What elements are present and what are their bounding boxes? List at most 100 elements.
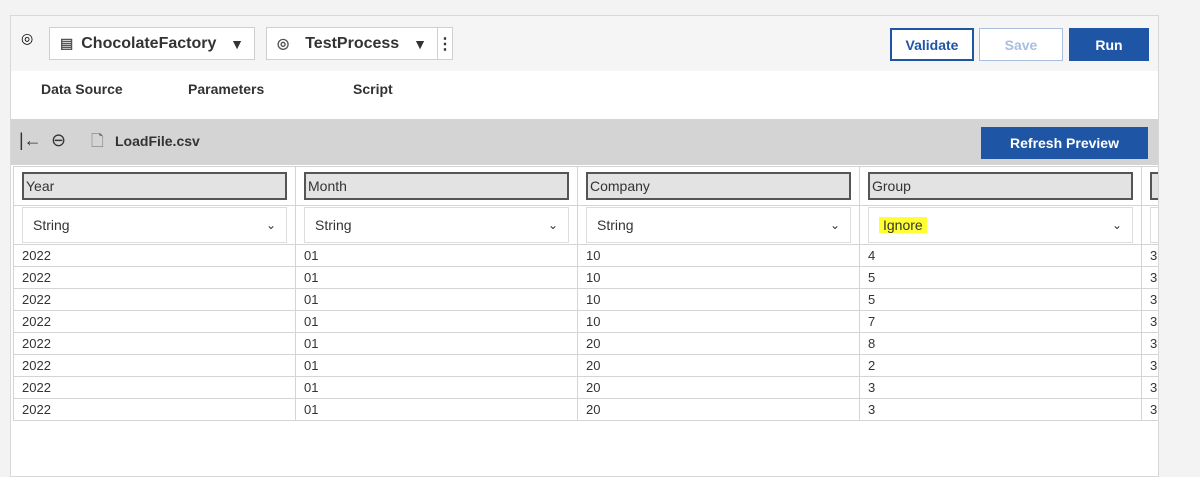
table-cell: 2022: [13, 244, 296, 267]
collapse-left-icon[interactable]: |←: [19, 130, 42, 151]
table-cell: 3: [1141, 266, 1158, 289]
column-type-select[interactable]: String ⌄: [304, 207, 569, 243]
column-type-value: String: [33, 217, 70, 233]
column-name-field[interactable]: Year: [22, 172, 287, 200]
table-cell: 01: [295, 310, 578, 333]
table-cell: 01: [295, 266, 578, 289]
tab-bar: Data Source Parameters Script: [11, 71, 1158, 119]
table-cell: 01: [295, 376, 578, 399]
table-row: 2022 01 20 3 3: [13, 376, 1158, 399]
tab-data-source[interactable]: Data Source: [41, 81, 123, 97]
validate-button[interactable]: Validate: [890, 28, 974, 61]
table-row: 2022 01 10 4 3: [13, 244, 1158, 267]
table-cell: 3: [1141, 288, 1158, 311]
table-cell: 10: [577, 288, 860, 311]
file-name: LoadFile.csv: [115, 133, 200, 149]
chevron-down-icon: ⌄: [829, 218, 840, 232]
column-header-cell: Group: [859, 166, 1142, 206]
process-name: TestProcess: [305, 34, 400, 52]
table-cell: 10: [577, 244, 860, 267]
table-row: 2022 01 10 5 3: [13, 266, 1158, 289]
more-options-icon[interactable]: ⋮: [437, 28, 453, 59]
table-cell: 20: [577, 376, 860, 399]
table-cell: 01: [295, 332, 578, 355]
chevron-down-icon: ⌄: [1111, 218, 1122, 232]
process-editor: ◎ ▤ ChocolateFactory ▼ ◎ TestProcess ▼ ⋮…: [10, 15, 1159, 477]
column-type-cell: [1141, 205, 1158, 245]
column-type-cell: String ⌄: [577, 205, 860, 245]
column-type-value: Ignore: [879, 217, 927, 233]
dropdown-arrow-icon: ▼: [413, 35, 427, 52]
table-cell: 3: [1141, 310, 1158, 333]
table-cell: 20: [577, 398, 860, 421]
column-type-cell: Ignore ⌄: [859, 205, 1142, 245]
project-name: ChocolateFactory: [81, 34, 217, 52]
process-icon: ◎: [277, 35, 290, 51]
project-dropdown[interactable]: ▤ ChocolateFactory ▼: [49, 27, 255, 60]
table-cell: 01: [295, 244, 578, 267]
table-cell: 20: [577, 354, 860, 377]
column-type-row: String ⌄ String ⌄ String ⌄ Ignore ⌄: [13, 205, 1158, 245]
chevron-down-icon: ⌄: [547, 218, 558, 232]
column-name-field[interactable]: [1150, 172, 1158, 200]
table-cell: 5: [859, 266, 1142, 289]
table-cell: 3: [859, 398, 1142, 421]
column-header-cell: Year: [13, 166, 296, 206]
column-header-cell: [1141, 166, 1158, 206]
table-row: 2022 01 20 8 3: [13, 332, 1158, 355]
column-type-select[interactable]: Ignore ⌄: [868, 207, 1133, 243]
dropdown-arrow-icon: ▼: [230, 35, 244, 52]
table-cell: 2022: [13, 288, 296, 311]
table-cell: 2022: [13, 354, 296, 377]
table-cell: 2022: [13, 266, 296, 289]
chevron-down-icon: ⌄: [265, 218, 276, 232]
table-row: 2022 01 10 7 3: [13, 310, 1158, 333]
table-cell: 3: [1141, 332, 1158, 355]
tab-parameters[interactable]: Parameters: [188, 81, 264, 97]
table-cell: 3: [1141, 244, 1158, 267]
column-type-select[interactable]: String ⌄: [22, 207, 287, 243]
table-cell: 2022: [13, 332, 296, 355]
table-cell: 3: [1141, 354, 1158, 377]
database-icon: ▤: [60, 35, 74, 51]
tab-script[interactable]: Script: [353, 81, 393, 97]
process-logo-icon: ◎: [21, 30, 34, 46]
table-row: 2022 01 20 2 3: [13, 354, 1158, 377]
column-header-cell: Company: [577, 166, 860, 206]
process-dropdown[interactable]: ◎ TestProcess ▼ ⋮: [266, 27, 453, 60]
table-row: 2022 01 20 3 3: [13, 398, 1158, 421]
column-type-value: String: [315, 217, 352, 233]
table-cell: 2022: [13, 376, 296, 399]
table-cell: 3: [1141, 376, 1158, 399]
column-name-row: Year Month Company Group: [13, 166, 1158, 206]
table-cell: 10: [577, 266, 860, 289]
column-type-cell: String ⌄: [295, 205, 578, 245]
back-circle-icon[interactable]: ⊖: [51, 130, 66, 151]
preview-table: Year Month Company Group String ⌄ String ⌄ Stri…: [13, 166, 1158, 421]
table-cell: 2022: [13, 398, 296, 421]
preview-toolbar: |← ⊖ 🗋 LoadFile.csv Refresh Preview: [11, 119, 1158, 165]
table-cell: 01: [295, 398, 578, 421]
table-cell: 20: [577, 332, 860, 355]
table-cell: 01: [295, 354, 578, 377]
table-cell: 5: [859, 288, 1142, 311]
table-cell: 2: [859, 354, 1142, 377]
table-row: 2022 01 10 5 3: [13, 288, 1158, 311]
save-button[interactable]: Save: [979, 28, 1063, 61]
column-name-field[interactable]: Company: [586, 172, 851, 200]
table-cell: 01: [295, 288, 578, 311]
column-type-select[interactable]: [1150, 207, 1158, 243]
column-header-cell: Month: [295, 166, 578, 206]
table-cell: 7: [859, 310, 1142, 333]
top-bar: ◎ ▤ ChocolateFactory ▼ ◎ TestProcess ▼ ⋮…: [11, 16, 1158, 71]
run-button[interactable]: Run: [1069, 28, 1149, 61]
table-cell: 2022: [13, 310, 296, 333]
file-icon: 🗋: [91, 133, 104, 150]
column-type-select[interactable]: String ⌄: [586, 207, 851, 243]
column-name-field[interactable]: Group: [868, 172, 1133, 200]
table-cell: 3: [1141, 398, 1158, 421]
column-name-field[interactable]: Month: [304, 172, 569, 200]
table-cell: 3: [859, 376, 1142, 399]
refresh-preview-button[interactable]: Refresh Preview: [981, 127, 1148, 159]
table-cell: 10: [577, 310, 860, 333]
